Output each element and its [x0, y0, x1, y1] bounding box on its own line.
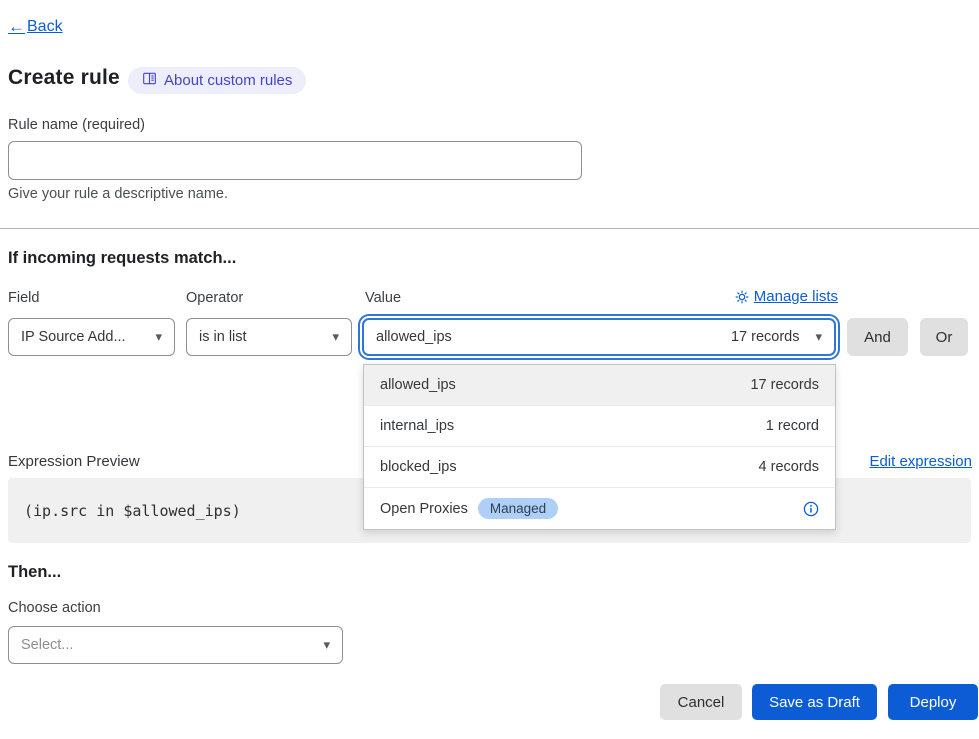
- and-button[interactable]: And: [847, 318, 908, 356]
- choose-action-label: Choose action: [8, 600, 101, 616]
- about-custom-rules-link[interactable]: About custom rules: [128, 67, 306, 94]
- list-item-allowed-ips[interactable]: allowed_ips 17 records: [364, 365, 835, 406]
- list-item-name: internal_ips: [380, 418, 454, 434]
- chevron-down-icon: ▾: [332, 329, 339, 345]
- save-as-draft-button[interactable]: Save as Draft: [752, 684, 877, 720]
- manage-lists-link[interactable]: Manage lists: [735, 288, 838, 305]
- list-item-records: 17 records: [750, 377, 819, 393]
- managed-badge: Managed: [478, 498, 558, 519]
- operator-select-value: is in list: [199, 329, 247, 345]
- action-select[interactable]: Select... ▾: [8, 626, 343, 664]
- chevron-down-icon: ▾: [815, 329, 822, 345]
- back-link[interactable]: ← Back: [8, 17, 63, 37]
- field-select-value: IP Source Add...: [21, 329, 126, 345]
- back-arrow-icon: ←: [8, 17, 25, 37]
- create-rule-page: { "back": { "arrow": "←", "label": "Back…: [0, 0, 979, 739]
- chevron-down-icon: ▾: [323, 637, 330, 653]
- field-label: Field: [8, 290, 39, 306]
- chevron-down-icon: ▾: [155, 329, 162, 345]
- field-select[interactable]: IP Source Add... ▾: [8, 318, 175, 356]
- deploy-button[interactable]: Deploy: [888, 684, 978, 720]
- section-divider: [0, 228, 979, 229]
- manage-lists-label: Manage lists: [754, 288, 838, 305]
- expression-preview-label: Expression Preview: [8, 453, 140, 470]
- list-item-name: Open Proxies: [380, 501, 468, 517]
- rule-name-helper: Give your rule a descriptive name.: [8, 186, 228, 202]
- info-icon[interactable]: [803, 501, 819, 517]
- rule-name-input[interactable]: [8, 141, 582, 180]
- or-button[interactable]: Or: [920, 318, 968, 356]
- list-item-records: 4 records: [759, 459, 819, 475]
- value-select-value: allowed_ips: [376, 329, 452, 345]
- about-badge-label: About custom rules: [164, 72, 292, 89]
- list-item-name: allowed_ips: [380, 377, 456, 393]
- operator-label: Operator: [186, 290, 243, 306]
- page-title: Create rule: [8, 66, 120, 90]
- then-section-heading: Then...: [8, 563, 61, 582]
- action-select-placeholder: Select...: [21, 637, 73, 653]
- operator-select[interactable]: is in list ▾: [186, 318, 352, 356]
- book-icon: [142, 71, 157, 90]
- match-section-heading: If incoming requests match...: [8, 249, 236, 268]
- value-select-records: 17 records: [731, 329, 800, 345]
- list-item-records: 1 record: [766, 418, 819, 434]
- rule-name-label: Rule name (required): [8, 117, 145, 133]
- list-item-blocked-ips[interactable]: blocked_ips 4 records: [364, 447, 835, 488]
- list-item-name: blocked_ips: [380, 459, 457, 475]
- value-select[interactable]: allowed_ips 17 records ▾: [362, 318, 836, 356]
- value-dropdown-list: allowed_ips 17 records internal_ips 1 re…: [363, 364, 836, 530]
- gear-icon: [735, 290, 749, 304]
- list-item-open-proxies[interactable]: Open Proxies Managed: [364, 488, 835, 529]
- expression-code: (ip.src in $allowed_ips): [24, 502, 241, 520]
- edit-expression-link[interactable]: Edit expression: [869, 453, 972, 470]
- value-label: Value: [365, 290, 401, 306]
- cancel-button[interactable]: Cancel: [660, 684, 742, 720]
- back-label: Back: [27, 18, 63, 36]
- list-item-internal-ips[interactable]: internal_ips 1 record: [364, 406, 835, 447]
